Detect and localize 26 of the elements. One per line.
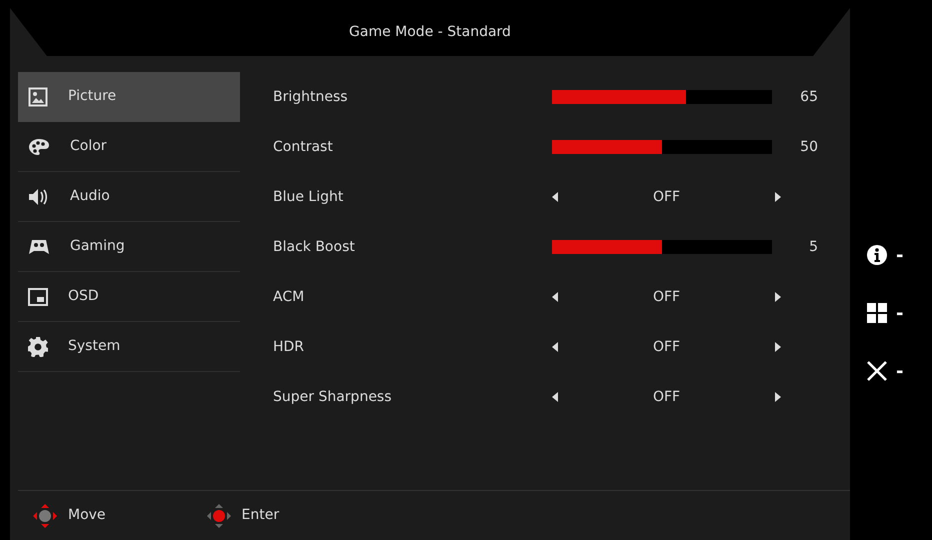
setting-label: ACM: [273, 288, 306, 306]
menu-item[interactable]: Audio: [18, 172, 240, 222]
menu-item[interactable]: Picture: [18, 72, 240, 122]
setting-value: OFF: [652, 288, 680, 306]
setting-value: OFF: [652, 188, 680, 206]
setting-label: Black Boost: [273, 238, 356, 256]
hint-label: Move: [68, 506, 106, 525]
setting-value: OFF: [652, 388, 680, 406]
key-hint: -: [896, 244, 904, 268]
setting-label: Brightness: [273, 88, 349, 106]
key-hint: -: [896, 302, 904, 326]
setting-label: Contrast: [273, 138, 334, 156]
menu-title: Game Mode - Standard: [349, 22, 511, 42]
menu-item[interactable]: Color: [18, 122, 240, 172]
menu-item[interactable]: OSD: [18, 272, 240, 322]
setting-label: Blue Light: [273, 188, 344, 206]
menu-item[interactable]: Gaming: [18, 222, 240, 272]
setting-value: OFF: [652, 338, 680, 356]
setting-value: 5: [808, 238, 818, 256]
key-hint: -: [896, 360, 904, 384]
menu-item[interactable]: System: [18, 322, 240, 372]
setting-label: HDR: [273, 338, 306, 356]
hint-label: Enter: [242, 506, 280, 525]
setting-label: Super Sharpness: [273, 388, 393, 406]
setting-value: 65: [799, 88, 818, 106]
setting-value: 50: [799, 138, 818, 156]
